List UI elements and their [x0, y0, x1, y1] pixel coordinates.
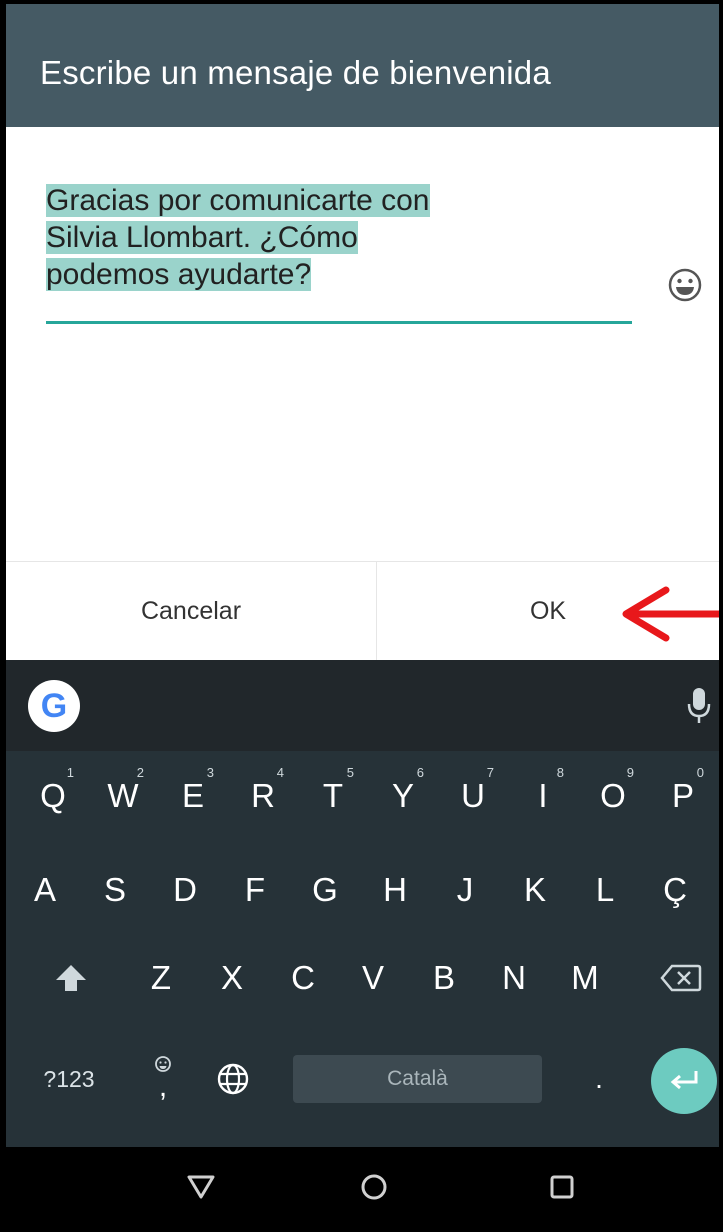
smiley-icon[interactable]	[667, 267, 703, 303]
dialog-actions: Cancelar OK	[6, 561, 719, 661]
keyboard-row-1: Q1 W2 E3 R4 T5 Y6 U7 I8 O9 P0	[6, 761, 719, 851]
globe-icon[interactable]	[208, 1044, 258, 1114]
key-u[interactable]: U7	[448, 761, 498, 831]
keyboard-row-4: ?123 , Català .	[6, 1034, 719, 1124]
back-triangle-icon[interactable]	[181, 1167, 221, 1207]
enter-icon[interactable]	[651, 1048, 717, 1114]
message-line: Gracias por comunicarte con	[46, 184, 430, 217]
comma-label: ,	[158, 1070, 168, 1103]
dialog-title: Escribe un mensaje de bienvenida	[40, 54, 551, 91]
keyboard-row-3: Z X C V B N M	[6, 943, 719, 1033]
period-key[interactable]: .	[574, 1044, 624, 1114]
message-text: Gracias por comunicarte con Silvia Llomb…	[46, 182, 632, 293]
key-e[interactable]: E3	[168, 761, 218, 831]
recents-square-icon[interactable]	[542, 1167, 582, 1207]
microphone-icon[interactable]	[686, 686, 712, 726]
red-arrow-icon	[622, 586, 719, 642]
key-m[interactable]: M	[560, 943, 610, 1013]
key-d[interactable]: D	[160, 855, 210, 925]
key-n[interactable]: N	[489, 943, 539, 1013]
key-q[interactable]: Q1	[28, 761, 78, 831]
key-v[interactable]: V	[348, 943, 398, 1013]
input-underline	[46, 321, 632, 324]
key-h[interactable]: H	[370, 855, 420, 925]
key-f[interactable]: F	[230, 855, 280, 925]
message-line: podemos ayudarte?	[46, 258, 312, 291]
key-y[interactable]: Y6	[378, 761, 428, 831]
key-b[interactable]: B	[419, 943, 469, 1013]
google-icon[interactable]: G	[28, 680, 80, 732]
shift-icon[interactable]	[46, 943, 96, 1013]
key-c[interactable]: C	[278, 943, 328, 1013]
key-t[interactable]: T5	[308, 761, 358, 831]
key-i[interactable]: I8	[518, 761, 568, 831]
key-l[interactable]: L	[580, 855, 630, 925]
key-p[interactable]: P0	[658, 761, 708, 831]
key-r[interactable]: R4	[238, 761, 288, 831]
key-o[interactable]: O9	[588, 761, 638, 831]
key-j[interactable]: J	[440, 855, 490, 925]
key-w[interactable]: W2	[98, 761, 148, 831]
dialog-body: Gracias por comunicarte con Silvia Llomb…	[6, 127, 719, 561]
message-line: Silvia Llombart. ¿Cómo	[46, 221, 358, 254]
key-k[interactable]: K	[510, 855, 560, 925]
keyboard-row-2: A S D F G H J K L Ç	[6, 855, 719, 945]
comma-key[interactable]: ,	[138, 1044, 188, 1114]
cancel-button[interactable]: Cancelar	[6, 562, 376, 661]
soft-keyboard: G Q1 W2 E3 R4 T5 Y6 U7 I8 O9 P0 A S D F …	[6, 660, 719, 1147]
symbols-key[interactable]: ?123	[34, 1044, 104, 1114]
navigation-bar	[6, 1147, 719, 1228]
keyboard-suggestion-bar: G	[6, 660, 719, 751]
space-bar[interactable]: Català	[293, 1055, 542, 1103]
home-circle-icon[interactable]	[354, 1167, 394, 1207]
key-s[interactable]: S	[90, 855, 140, 925]
dialog-header: Escribe un mensaje de bienvenida	[6, 4, 719, 127]
backspace-icon[interactable]	[656, 943, 706, 1013]
key-z[interactable]: Z	[136, 943, 186, 1013]
key-a[interactable]: A	[20, 855, 70, 925]
key-x[interactable]: X	[207, 943, 257, 1013]
key-g[interactable]: G	[300, 855, 350, 925]
key-c-cedilla[interactable]: Ç	[650, 855, 700, 925]
welcome-message-input[interactable]: Gracias por comunicarte con Silvia Llomb…	[46, 182, 632, 293]
phone-screen: Escribe un mensaje de bienvenida Gracias…	[0, 0, 723, 1232]
